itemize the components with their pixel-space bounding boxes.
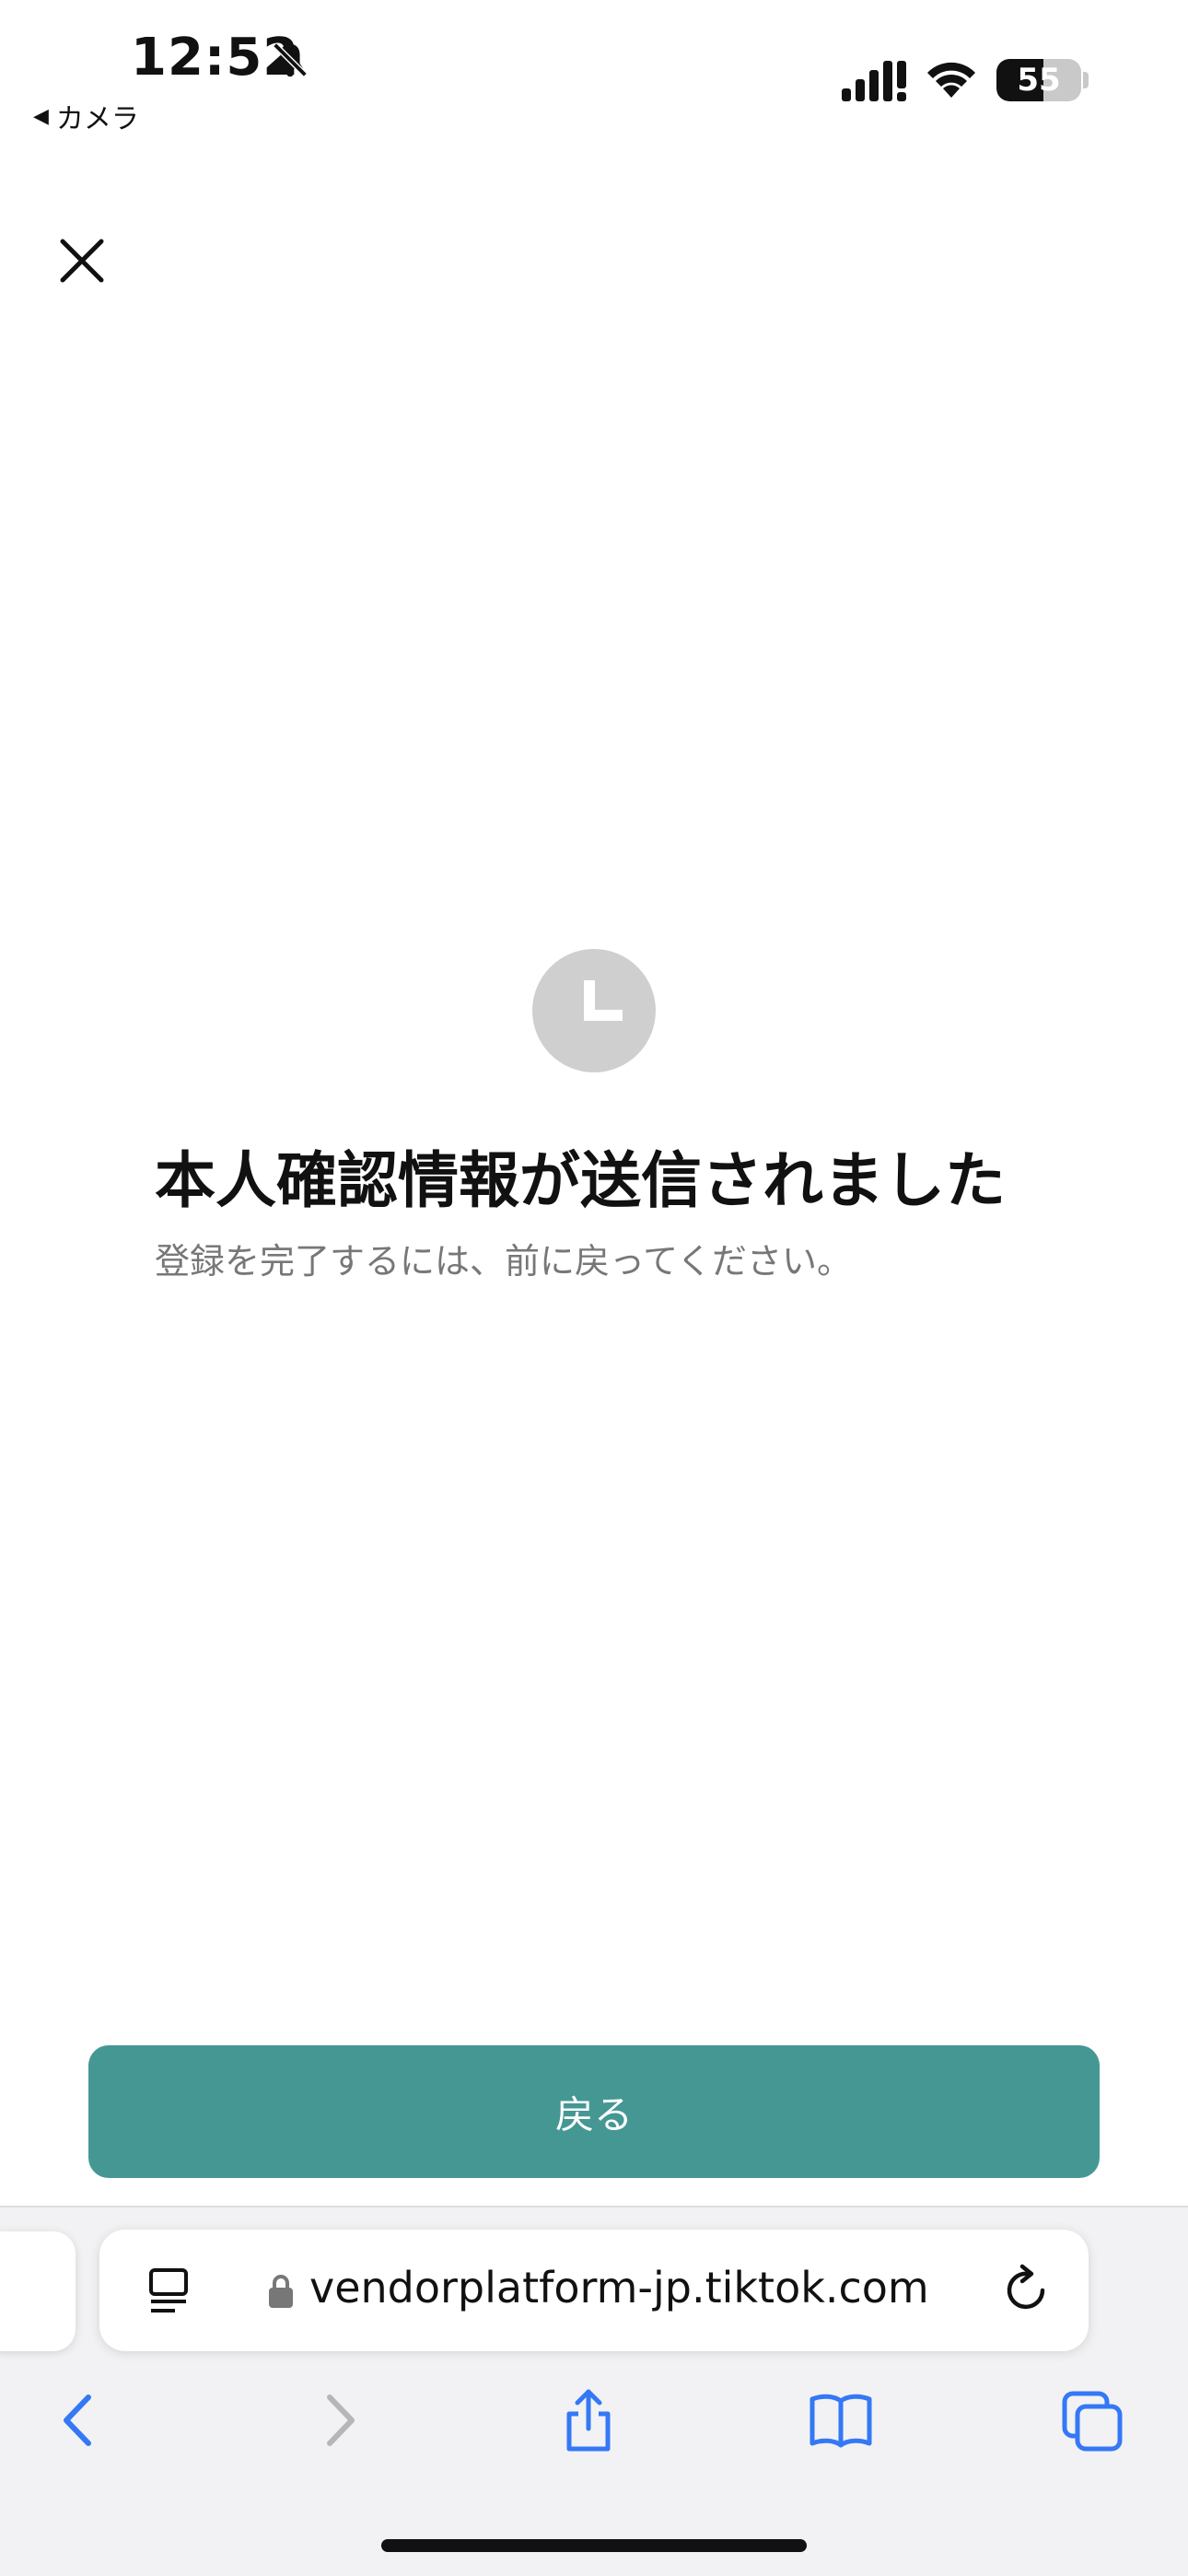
battery-level: 55 <box>1017 62 1061 99</box>
tabs-icon[interactable] <box>1061 2388 1125 2453</box>
back-button[interactable]: 戻る <box>88 2045 1100 2178</box>
battery-tip <box>1083 72 1089 88</box>
url-text[interactable]: vendorplatform-jp.tiktok.com <box>309 2263 929 2313</box>
page-title: 本人確認情報が送信されました <box>155 1145 1006 1216</box>
battery-icon: 55 <box>996 59 1081 101</box>
reader-icon[interactable] <box>147 2266 190 2316</box>
forward-arrow-icon[interactable] <box>306 2388 370 2453</box>
signal-icon <box>842 61 906 101</box>
lock-icon <box>269 2275 293 2308</box>
back-arrow-icon[interactable] <box>48 2388 112 2453</box>
clock-icon <box>532 949 656 1072</box>
back-triangle-icon: ◀ <box>33 104 49 128</box>
reload-icon[interactable] <box>1002 2263 1052 2316</box>
page-subtitle: 登録を完了するには、前に戻ってください。 <box>155 1241 852 1282</box>
bell-slash-icon <box>273 42 308 77</box>
back-app-label: カメラ <box>55 103 139 135</box>
close-icon[interactable] <box>57 236 107 286</box>
share-icon[interactable] <box>556 2388 621 2453</box>
back-to-app-link[interactable]: ◀ カメラ <box>33 96 139 136</box>
home-indicator[interactable] <box>381 2539 807 2552</box>
bookmarks-icon[interactable] <box>809 2388 873 2453</box>
previous-tab-card[interactable] <box>0 2231 76 2351</box>
screen: 12:52 ◀ カメラ 55 本人確認情報が送信されました 登録を完了するには、… <box>0 0 1188 2576</box>
wifi-icon <box>927 62 975 98</box>
